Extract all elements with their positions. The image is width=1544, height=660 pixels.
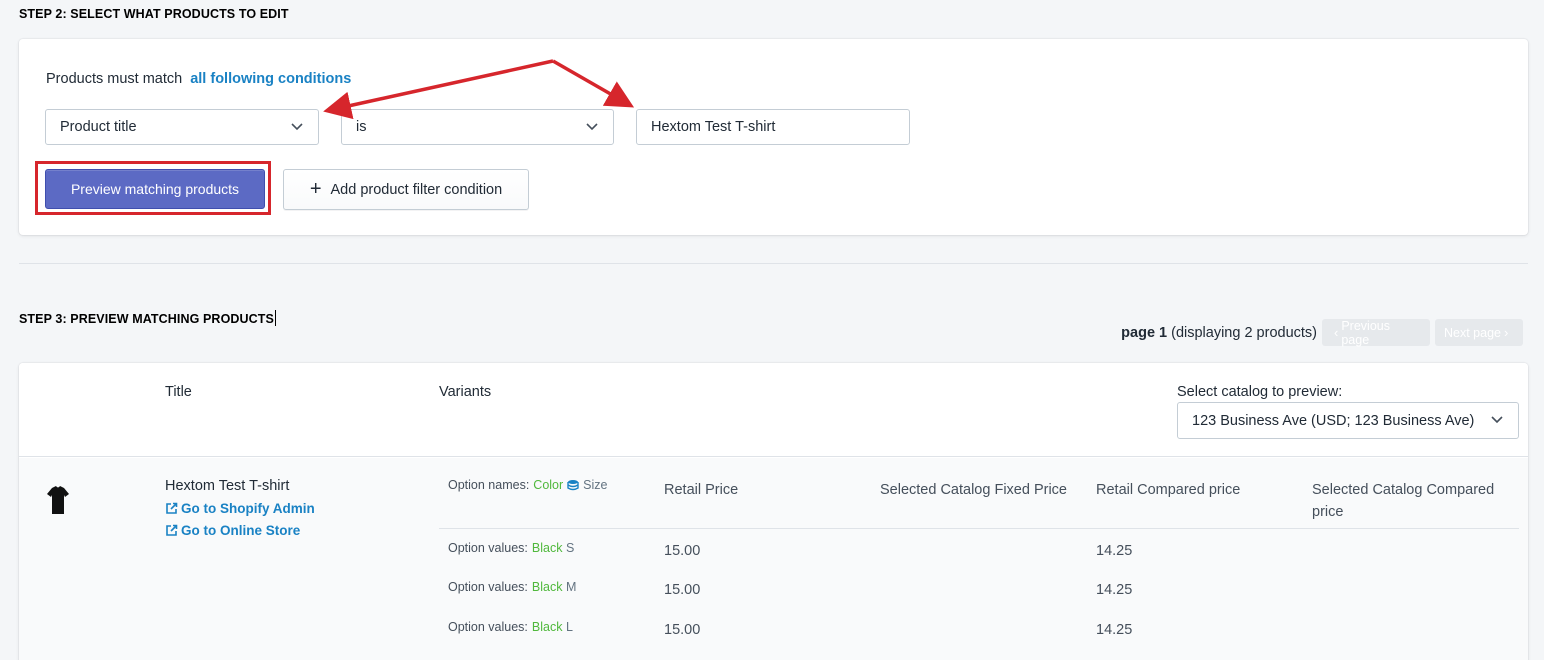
chevron-down-icon bbox=[291, 123, 303, 131]
section-divider bbox=[19, 263, 1528, 264]
catalog-select-label: Select catalog to preview: bbox=[1177, 384, 1343, 400]
database-icon bbox=[567, 479, 579, 491]
variant-compared-price: 14.25 bbox=[1096, 543, 1133, 559]
table-row: Hextom Test T-shirt Go to Shopify Admin … bbox=[19, 458, 1528, 660]
tshirt-thumbnail-icon bbox=[47, 486, 69, 514]
variant-row: Option values: Black M 15.00 14.25 bbox=[19, 580, 1528, 610]
chevron-down-icon bbox=[586, 123, 598, 131]
external-link-icon bbox=[166, 524, 178, 536]
product-title: Hextom Test T-shirt bbox=[165, 478, 290, 494]
filter-card: Products must match all following condit… bbox=[19, 39, 1528, 235]
preview-table-card: Title Variants Select catalog to preview… bbox=[19, 363, 1528, 660]
column-header-title: Title bbox=[165, 384, 192, 400]
condition-value-input[interactable]: Hextom Test T-shirt bbox=[636, 109, 910, 145]
condition-field-select[interactable]: Product title bbox=[45, 109, 319, 145]
external-link-icon bbox=[166, 502, 178, 514]
variant-retail-price: 15.00 bbox=[664, 582, 701, 598]
option-name-color: Color bbox=[533, 478, 564, 492]
column-header-retail-compared-price: Retail Compared price bbox=[1096, 482, 1241, 498]
go-to-online-store-link[interactable]: Go to Online Store bbox=[165, 523, 300, 538]
option-values-label: Option values: bbox=[448, 580, 528, 594]
catalog-select-value: 123 Business Ave (USD; 123 Business Ave) bbox=[1192, 412, 1475, 429]
catalog-select[interactable]: 123 Business Ave (USD; 123 Business Ave) bbox=[1177, 402, 1519, 439]
option-values-label: Option values: bbox=[448, 541, 528, 555]
variant-color: Black bbox=[531, 580, 563, 594]
variant-size: L bbox=[565, 620, 573, 634]
chevron-down-icon bbox=[1491, 416, 1503, 424]
go-to-shopify-admin-link[interactable]: Go to Shopify Admin bbox=[165, 501, 315, 516]
text-cursor bbox=[274, 310, 276, 326]
chevron-left-icon: ‹ bbox=[1334, 325, 1339, 340]
condition-field-value: Product title bbox=[60, 119, 137, 135]
variant-compared-price: 14.25 bbox=[1096, 582, 1133, 598]
page-number: page 1 bbox=[1121, 324, 1168, 341]
variant-size: S bbox=[565, 541, 575, 555]
variant-size: M bbox=[565, 580, 577, 594]
variant-color: Black bbox=[531, 541, 563, 555]
step3-title-text: STEP 3: PREVIEW MATCHING PRODUCTS bbox=[19, 312, 274, 326]
table-header: Title Variants Select catalog to preview… bbox=[19, 363, 1528, 457]
variant-option-values: Option values: Black M bbox=[448, 580, 576, 594]
next-page-button[interactable]: Next page › bbox=[1435, 319, 1523, 346]
condition-operator-select[interactable]: is bbox=[341, 109, 614, 145]
previous-page-label: Previous page bbox=[1341, 318, 1390, 347]
preview-matching-products-button[interactable]: Preview matching products bbox=[45, 169, 265, 209]
step2-title: STEP 2: SELECT WHAT PRODUCTS TO EDIT bbox=[19, 7, 289, 21]
match-line: Products must match all following condit… bbox=[46, 71, 351, 87]
match-mode-link[interactable]: all following conditions bbox=[190, 71, 351, 87]
column-header-catalog-compared-price: Selected Catalog Compared price bbox=[1312, 482, 1495, 520]
variant-retail-price: 15.00 bbox=[664, 543, 701, 559]
pagination: page 1 (displaying 2 products) ‹ Previou… bbox=[1121, 318, 1523, 347]
variant-option-values: Option values: Black L bbox=[448, 620, 573, 634]
variant-row: Option values: Black L 15.00 14.25 bbox=[19, 620, 1528, 650]
variant-color: Black bbox=[531, 620, 563, 634]
column-header-variants: Variants bbox=[439, 384, 492, 400]
option-names: Option names: Color Size bbox=[448, 478, 608, 492]
step3-title: STEP 3: PREVIEW MATCHING PRODUCTS bbox=[19, 310, 276, 326]
column-header-retail-price: Retail Price bbox=[664, 482, 739, 498]
add-filter-condition-label: Add product filter condition bbox=[330, 181, 503, 198]
variant-compared-price: 14.25 bbox=[1096, 622, 1133, 638]
previous-page-button[interactable]: ‹ Previous page bbox=[1322, 318, 1430, 347]
next-page-label: Next page bbox=[1444, 325, 1501, 340]
condition-operator-value: is bbox=[356, 119, 367, 135]
row-divider bbox=[439, 528, 1519, 529]
chevron-right-icon: › bbox=[1503, 325, 1509, 340]
add-filter-condition-button[interactable]: + Add product filter condition bbox=[283, 169, 529, 210]
variant-option-values: Option values: Black S bbox=[448, 541, 574, 555]
plus-icon: + bbox=[309, 177, 322, 200]
variant-row: Option values: Black S 15.00 14.25 bbox=[19, 541, 1528, 571]
go-to-online-store-label: Go to Online Store bbox=[181, 523, 301, 538]
go-to-shopify-admin-label: Go to Shopify Admin bbox=[181, 501, 315, 516]
match-prefix: Products must match bbox=[46, 71, 183, 87]
option-names-label: Option names: bbox=[448, 478, 530, 492]
variant-retail-price: 15.00 bbox=[664, 622, 701, 638]
display-count: (displaying 2 products) bbox=[1171, 324, 1317, 341]
column-header-catalog-fixed-price: Selected Catalog Fixed Price bbox=[880, 482, 1067, 498]
option-name-size: Size bbox=[583, 478, 608, 492]
option-values-label: Option values: bbox=[448, 620, 528, 634]
condition-value-text: Hextom Test T-shirt bbox=[651, 119, 776, 135]
